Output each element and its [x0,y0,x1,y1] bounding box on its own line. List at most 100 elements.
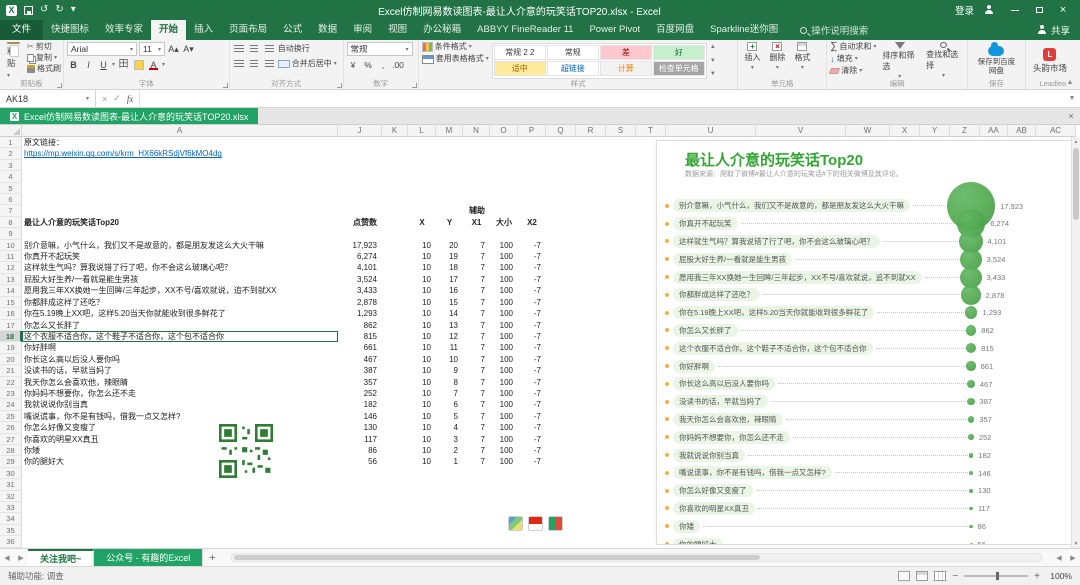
font-size-select[interactable]: 11 ▾ [139,42,165,56]
aux-cell-27-0[interactable]: 10 [408,434,436,445]
align-left-button[interactable] [233,57,246,70]
column-header-P[interactable]: P [518,125,546,137]
ribbon-tab-3[interactable]: 开始 [151,20,187,40]
column-header-A[interactable]: A [22,125,338,137]
aux-cell-17-0[interactable]: 10 [408,320,436,331]
cell-K5[interactable] [382,183,408,194]
decimal-button[interactable]: .00 [392,58,405,71]
source-link[interactable]: https://mp.weixin.qq.com/s/krm_HX66kRSdj… [24,149,222,158]
aux-cell-25-4[interactable]: -7 [518,411,546,422]
row-header-28[interactable]: 28 [0,444,22,457]
aux-cell-12-0[interactable]: 10 [408,262,436,273]
cell-K20[interactable] [382,354,408,365]
aux-cell-12-2[interactable]: 7 [463,262,490,273]
cell-J11[interactable]: 6,274 [338,251,382,262]
row-header-18[interactable]: 18 [0,330,22,343]
cell-J16[interactable]: 1,293 [338,308,382,319]
cell-A34[interactable] [22,513,338,524]
zoom-out-button[interactable]: − [952,571,958,582]
share-button[interactable]: 共享 [1027,20,1080,40]
cell-J25[interactable]: 146 [338,411,382,422]
aux-cell-20-4[interactable]: -7 [518,354,546,365]
aux-cell-15-4[interactable]: -7 [518,297,546,308]
aux-cell-27-2[interactable]: 7 [463,434,490,445]
cell-J18[interactable]: 815 [338,331,382,342]
cell-J17[interactable]: 862 [338,320,382,331]
row-header-14[interactable]: 14 [0,285,22,297]
document-tab-close-button[interactable]: × [1062,108,1080,124]
aux-cell-11-2[interactable]: 7 [463,251,490,262]
aux-cell-29-0[interactable]: 10 [408,456,436,467]
cell-A23[interactable]: 你妈妈不想要你，你怎么还不走 [22,388,338,399]
underline-button[interactable]: U [97,58,110,71]
aux-cell-22-4[interactable]: -7 [518,377,546,388]
cell-style-1[interactable]: 常规 [546,45,599,60]
ribbon-tab-14[interactable]: Sparkline迷你图 [702,20,786,40]
sheet-nav-right-icon[interactable]: ▶ [14,549,28,566]
aux-cell-29-4[interactable]: -7 [518,456,546,467]
column-header-X[interactable]: X [890,125,920,137]
cell-style-0[interactable]: 常规 2 2 [493,45,546,60]
cell-K15[interactable] [382,297,408,308]
row-header-5[interactable]: 5 [0,182,22,195]
row-header-7[interactable]: 7 [0,205,22,217]
cell-A17[interactable]: 你怎么又长胖了 [22,320,338,331]
cell-K32[interactable] [382,491,408,502]
tell-me-search[interactable]: 操作说明搜索 [800,20,868,40]
sheet-tab-1[interactable]: 公众号 - 有趣的Excel [94,549,204,566]
aux-cell-17-4[interactable]: -7 [518,320,546,331]
insert-function-button[interactable]: fx [127,94,134,104]
cell-K22[interactable] [382,377,408,388]
save-icon[interactable] [24,5,33,15]
cell-K12[interactable] [382,262,408,273]
aux-cell-29-1[interactable]: 1 [436,456,463,467]
aux-cell-18-0[interactable]: 10 [408,331,436,342]
clear-button[interactable]: 清除 ▾ [829,66,876,76]
cell-K27[interactable] [382,434,408,445]
aux-cell-28-4[interactable]: -7 [518,445,546,456]
cell-A36[interactable] [22,536,338,547]
number-format-select[interactable]: 常规 ▾ [346,42,413,56]
row-header-35[interactable]: 35 [0,524,22,537]
collapse-ribbon-icon[interactable]: ▲ [1066,79,1074,87]
aux-cell-18-4[interactable]: -7 [518,331,546,342]
normal-view-button[interactable] [898,571,911,581]
aux-cell-17-3[interactable]: 100 [490,320,518,331]
aux-cell-21-4[interactable]: -7 [518,365,546,376]
cell-A20[interactable]: 你长这么高以后没人要你吗 [22,354,338,365]
aux-cell-12-3[interactable]: 100 [490,262,518,273]
cancel-formula-icon[interactable]: × [102,94,107,104]
aux-cell-14-0[interactable]: 10 [408,285,436,296]
cell-A12[interactable]: 这样就生气吗？算我说错了行了吧，你不会这么玻璃心吧？ [22,262,338,273]
gallery-up-icon[interactable]: ▲ [710,44,716,50]
cell-K8[interactable] [382,217,408,228]
cell-K3[interactable] [382,160,408,171]
row-header-13[interactable]: 13 [0,273,22,286]
vertical-scrollbar[interactable]: ▲ ▼ [1071,137,1080,548]
cell-A27[interactable]: 你喜欢的明星XX真丑 [22,434,338,445]
cell-A31[interactable] [22,479,338,490]
column-header-L[interactable]: L [408,125,436,137]
new-sheet-button[interactable]: + [203,549,221,566]
aux-cell-10-4[interactable]: -7 [518,240,546,251]
cell-J28[interactable]: 86 [338,445,382,456]
cell-K4[interactable] [382,171,408,182]
aux-cell-28-3[interactable]: 100 [490,445,518,456]
cell-K33[interactable] [382,502,408,513]
row-header-21[interactable]: 21 [0,365,22,377]
aux-cell-11-1[interactable]: 19 [436,251,463,262]
aux-cell-27-3[interactable]: 100 [490,434,518,445]
cell-K25[interactable] [382,411,408,422]
row-header-25[interactable]: 25 [0,410,22,423]
column-header-K[interactable]: K [382,125,408,137]
column-header-T[interactable]: T [636,125,666,137]
aux-cell-22-1[interactable]: 8 [436,377,463,388]
cell-J5[interactable] [338,183,382,194]
row-header-26[interactable]: 26 [0,422,22,434]
cell-K14[interactable] [382,285,408,296]
cell-J24[interactable]: 182 [338,399,382,410]
aux-cell-13-2[interactable]: 7 [463,274,490,285]
font-color-button[interactable]: A [147,58,160,71]
cell-J2[interactable] [338,148,382,159]
cell-K11[interactable] [382,251,408,262]
